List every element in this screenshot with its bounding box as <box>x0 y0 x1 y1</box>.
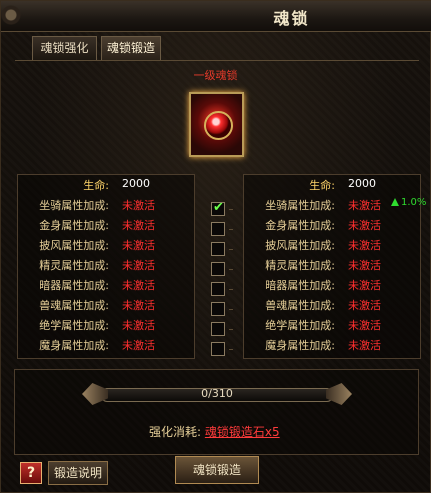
tab-divider <box>15 60 419 61</box>
forge-explain-button[interactable]: 锻造说明 <box>48 461 108 485</box>
attribute-checkbox[interactable] <box>211 322 225 336</box>
attribute-label: 兽魂属性加成: <box>265 299 335 312</box>
attribute-checkbox[interactable] <box>211 302 225 316</box>
attribute-row: 披风属性加成: 未激活 <box>18 237 194 257</box>
connector-line <box>229 289 233 290</box>
gem-level-text: 一级魂锁 <box>193 69 238 82</box>
attribute-checkbox[interactable] <box>211 222 225 236</box>
current-stats-panel: 生命: 2000 坐骑属性加成: 未激活 金身属性加成: 未激活 披风属性加成: 未激活 精灵属… <box>17 174 195 359</box>
attribute-label: 绝学属性加成: <box>265 319 335 332</box>
attribute-status: 未激活 <box>348 259 381 272</box>
attribute-label: 金身属性加成: <box>39 219 109 232</box>
bonus-delta: 1.0% <box>391 197 426 208</box>
attribute-row: 绝学属性加成: 未激活 <box>18 317 194 337</box>
tab-soul-lock-forge[interactable]: 魂锁锻造 <box>101 36 161 60</box>
attribute-row: 坐骑属性加成: 未激活 1.0% <box>244 197 426 217</box>
attribute-checkbox[interactable] <box>211 282 225 296</box>
bonus-delta-value: 1.0% <box>401 197 427 208</box>
attribute-row: 魔身属性加成: 未激活 <box>18 337 194 357</box>
attribute-checkbox[interactable] <box>211 242 225 256</box>
attribute-status: 未激活 <box>122 319 155 332</box>
progress-text: 0/310 <box>201 387 233 400</box>
hp-value: 2000 <box>122 177 150 190</box>
connector-line <box>229 349 233 350</box>
attribute-status: 未激活 <box>122 299 155 312</box>
attribute-label: 魔身属性加成: <box>265 339 335 352</box>
connector-line <box>229 309 233 310</box>
forge-progress-bar: 0/310 <box>82 383 348 405</box>
forge-cost-panel <box>14 369 419 455</box>
attribute-row: 兽魂属性加成: 未激活 <box>18 297 194 317</box>
connector-line <box>229 249 233 250</box>
attribute-row: 金身属性加成: 未激活 <box>244 217 420 237</box>
connector-line <box>229 209 233 210</box>
attribute-row: 精灵属性加成: 未激活 <box>18 257 194 277</box>
checkmark-icon: ✔ <box>213 200 224 215</box>
soul-lock-forge-button[interactable]: 魂锁锻造 <box>175 456 259 484</box>
attribute-label: 金身属性加成: <box>265 219 335 232</box>
attribute-status: 未激活 <box>122 239 155 252</box>
attribute-checkbox[interactable] <box>211 262 225 276</box>
hp-row: 生命: 2000 <box>18 177 194 197</box>
attribute-status: 未激活 <box>348 279 381 292</box>
attribute-row: 魔身属性加成: 未激活 <box>244 337 420 357</box>
attribute-status: 未激活 <box>122 279 155 292</box>
attribute-status: 未激活 <box>122 339 155 352</box>
attribute-row: 精灵属性加成: 未激活 <box>244 257 420 277</box>
next-stats-panel: 生命: 2000 坐骑属性加成: 未激活 1.0% 金身属性加成: 未激活 披风属性加成: 未激… <box>243 174 426 359</box>
help-button[interactable]: ? <box>20 462 42 484</box>
attribute-status: 未激活 <box>348 299 381 312</box>
hp-label: 生命: <box>83 179 109 192</box>
attribute-status: 未激活 <box>348 339 381 352</box>
attribute-row: 暗器属性加成: 未激活 <box>18 277 194 297</box>
cost-label: 强化消耗: <box>149 425 202 439</box>
hp-row: 生命: 2000 <box>244 177 420 197</box>
attribute-label: 暗器属性加成: <box>39 279 109 292</box>
attribute-checkbox[interactable]: ✔ <box>211 200 225 216</box>
connector-line <box>229 229 233 230</box>
cost-item-link[interactable]: 魂锁锻造石x5 <box>205 425 280 439</box>
connector-line <box>229 329 233 330</box>
attribute-row: 披风属性加成: 未激活 <box>244 237 420 257</box>
attribute-label: 披风属性加成: <box>265 239 335 252</box>
attribute-row: 绝学属性加成: 未激活 <box>244 317 420 337</box>
cost-line: 强化消耗: 魂锁锻造石x5 <box>149 423 280 440</box>
attribute-row: 暗器属性加成: 未激活 <box>244 277 420 297</box>
attribute-status: 未激活 <box>348 319 381 332</box>
title-bar[interactable]: 魂锁 <box>1 1 431 32</box>
soul-lock-gem-slot[interactable] <box>189 92 244 157</box>
attribute-status: 未激活 <box>122 259 155 272</box>
hp-value: 2000 <box>348 177 376 190</box>
attribute-label: 坐骑属性加成: <box>39 199 109 212</box>
attribute-label: 魔身属性加成: <box>39 339 109 352</box>
tab-soul-lock-enhance[interactable]: 魂锁强化 <box>32 36 97 60</box>
attribute-label: 披风属性加成: <box>39 239 109 252</box>
attribute-status: 未激活 <box>348 239 381 252</box>
red-gem-icon <box>204 111 233 140</box>
attribute-status: 未激活 <box>348 219 381 232</box>
hp-label: 生命: <box>309 179 335 192</box>
attribute-label: 兽魂属性加成: <box>39 299 109 312</box>
attribute-label: 精灵属性加成: <box>265 259 335 272</box>
attribute-checkbox[interactable] <box>211 342 225 356</box>
soul-lock-window: 魂锁 魂锁强化 魂锁锻造 一级魂锁 生命: 2000 坐骑属性加成: 未激活 金身属性加… <box>0 0 431 493</box>
attribute-row: 坐骑属性加成: 未激活 <box>18 197 194 217</box>
attribute-label: 坐骑属性加成: <box>265 199 335 212</box>
attribute-status: 未激活 <box>122 199 155 212</box>
attribute-label: 暗器属性加成: <box>265 279 335 292</box>
attribute-label: 精灵属性加成: <box>39 259 109 272</box>
window-title: 魂锁 <box>273 9 310 28</box>
attribute-row: 兽魂属性加成: 未激活 <box>244 297 420 317</box>
attribute-status: 未激活 <box>348 199 381 212</box>
green-up-arrow-icon <box>391 198 399 206</box>
attribute-status: 未激活 <box>122 219 155 232</box>
connector-line <box>229 269 233 270</box>
attribute-row: 金身属性加成: 未激活 <box>18 217 194 237</box>
attribute-label: 绝学属性加成: <box>39 319 109 332</box>
